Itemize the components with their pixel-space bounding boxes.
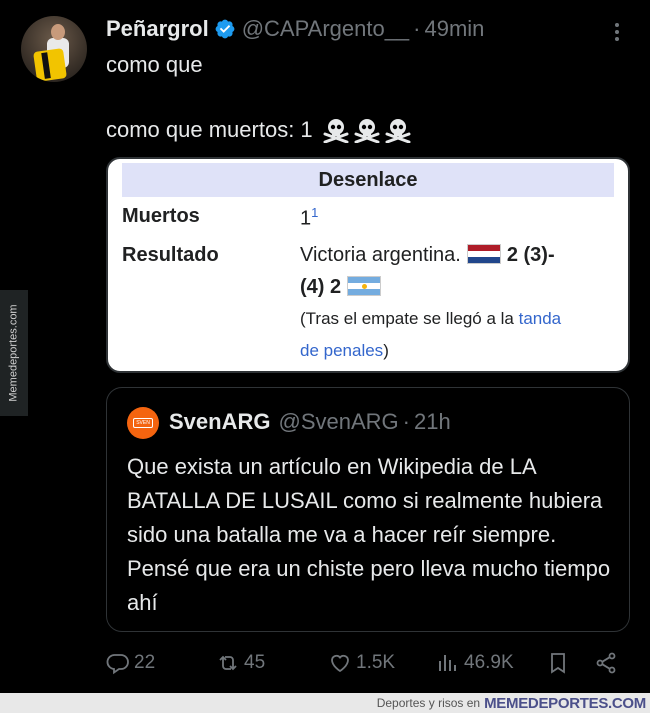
- tweet-text-line-2-text: como que muertos: 1: [106, 117, 313, 142]
- wiki-score-b: (4) 2: [300, 276, 342, 298]
- author-name[interactable]: Peñargrol: [106, 16, 209, 42]
- wiki-score-a: 2 (3)-: [506, 244, 555, 266]
- quoted-avatar-text: SVEN: [133, 418, 153, 428]
- wiki-section-header: Desenlace: [122, 163, 614, 197]
- wiki-link-de-penales[interactable]: de penales: [300, 341, 383, 360]
- quoted-header-separator: ·: [402, 409, 410, 434]
- wiki-result-prefix: Victoria argentina.: [300, 244, 461, 266]
- like-icon: [331, 654, 349, 673]
- quoted-tweet-text: Que exista un artículo en Wikipedia de L…: [127, 454, 611, 615]
- side-watermark: Memedeportes.com: [0, 290, 28, 416]
- reply-count: 22: [134, 652, 156, 673]
- more-icon[interactable]: [608, 20, 626, 44]
- tweet-action-bar: 22 45 1.5K 46.9K: [106, 648, 622, 678]
- verified-badge-icon: [215, 19, 235, 39]
- footer-brand: MEMEDEPORTES.COM: [484, 694, 646, 712]
- wiki-label-resultado: Resultado: [122, 244, 219, 266]
- tweet-image-wikipedia-screenshot[interactable]: Desenlace Muertos 11 Resultado Victoria …: [106, 157, 630, 373]
- tweet-text-line-1: como que: [106, 52, 203, 77]
- wiki-value-muertos-number: 1: [300, 207, 312, 230]
- bookmark-button[interactable]: [546, 648, 574, 678]
- retweet-icon: [219, 655, 237, 671]
- wiki-link-tanda[interactable]: tanda: [519, 309, 562, 328]
- reply-icon: [106, 654, 129, 675]
- share-button[interactable]: [594, 648, 622, 678]
- wiki-value-muertos: 11: [300, 205, 318, 231]
- skull-crossbones-icon: [354, 119, 380, 143]
- avatar-figure-head: [51, 24, 65, 40]
- side-watermark-text: Memedeportes.com: [8, 304, 20, 402]
- avatar-yellow-shirt: [33, 48, 67, 82]
- skull-crossbones-icon: [385, 119, 411, 143]
- wiki-note-line1: (Tras el empate se llegó a la tanda: [300, 309, 561, 329]
- reply-button[interactable]: 22: [106, 648, 155, 678]
- quoted-author-name[interactable]: SvenARG: [169, 409, 270, 435]
- wiki-note-suffix: ): [383, 341, 389, 360]
- views-icon: [439, 655, 456, 671]
- tweet-timestamp[interactable]: 49min: [425, 16, 485, 42]
- author-avatar[interactable]: [21, 16, 87, 82]
- tweet-text-line-2: como que muertos: 1: [106, 117, 412, 143]
- footer-watermark: Deportes y risos en MEMEDEPORTES.COM: [0, 693, 650, 713]
- tweet-header: Peñargrol @CAPArgento__ · 49min: [106, 14, 484, 44]
- quoted-tweet[interactable]: SVEN SvenARG @SvenARG · 21h Que exista u…: [106, 387, 630, 632]
- like-button[interactable]: 1.5K: [328, 648, 395, 678]
- footer-tagline: Deportes y risos en: [376, 696, 481, 710]
- wiki-note-prefix: (Tras el empate se llegó a la: [300, 309, 519, 328]
- quoted-author-handle[interactable]: @SvenARG: [278, 409, 398, 435]
- argentina-flag-icon: [347, 276, 382, 296]
- share-icon: [596, 652, 616, 674]
- bookmark-icon: [551, 653, 565, 674]
- views-button[interactable]: 46.9K: [436, 648, 514, 678]
- quoted-author-avatar[interactable]: SVEN: [127, 407, 159, 439]
- wiki-label-muertos: Muertos: [122, 205, 200, 227]
- view-count: 46.9K: [464, 652, 514, 673]
- like-count: 1.5K: [356, 652, 396, 673]
- wiki-value-resultado-line2: (4) 2: [300, 276, 382, 299]
- retweet-button[interactable]: 45: [216, 648, 265, 678]
- quoted-tweet-header: SvenARG @SvenARG · 21h: [169, 409, 451, 435]
- header-separator: ·: [413, 16, 421, 41]
- netherlands-flag-icon: [466, 244, 501, 264]
- wiki-value-resultado-line1: Victoria argentina. 2 (3)-: [300, 244, 555, 267]
- skull-crossbones-icon: [323, 119, 349, 143]
- author-handle[interactable]: @CAPArgento__: [242, 16, 409, 42]
- quoted-tweet-timestamp[interactable]: 21h: [414, 409, 451, 435]
- wiki-note-line2: de penales): [300, 341, 389, 361]
- wiki-footnote-ref: 1: [311, 205, 319, 220]
- retweet-count: 45: [244, 652, 266, 673]
